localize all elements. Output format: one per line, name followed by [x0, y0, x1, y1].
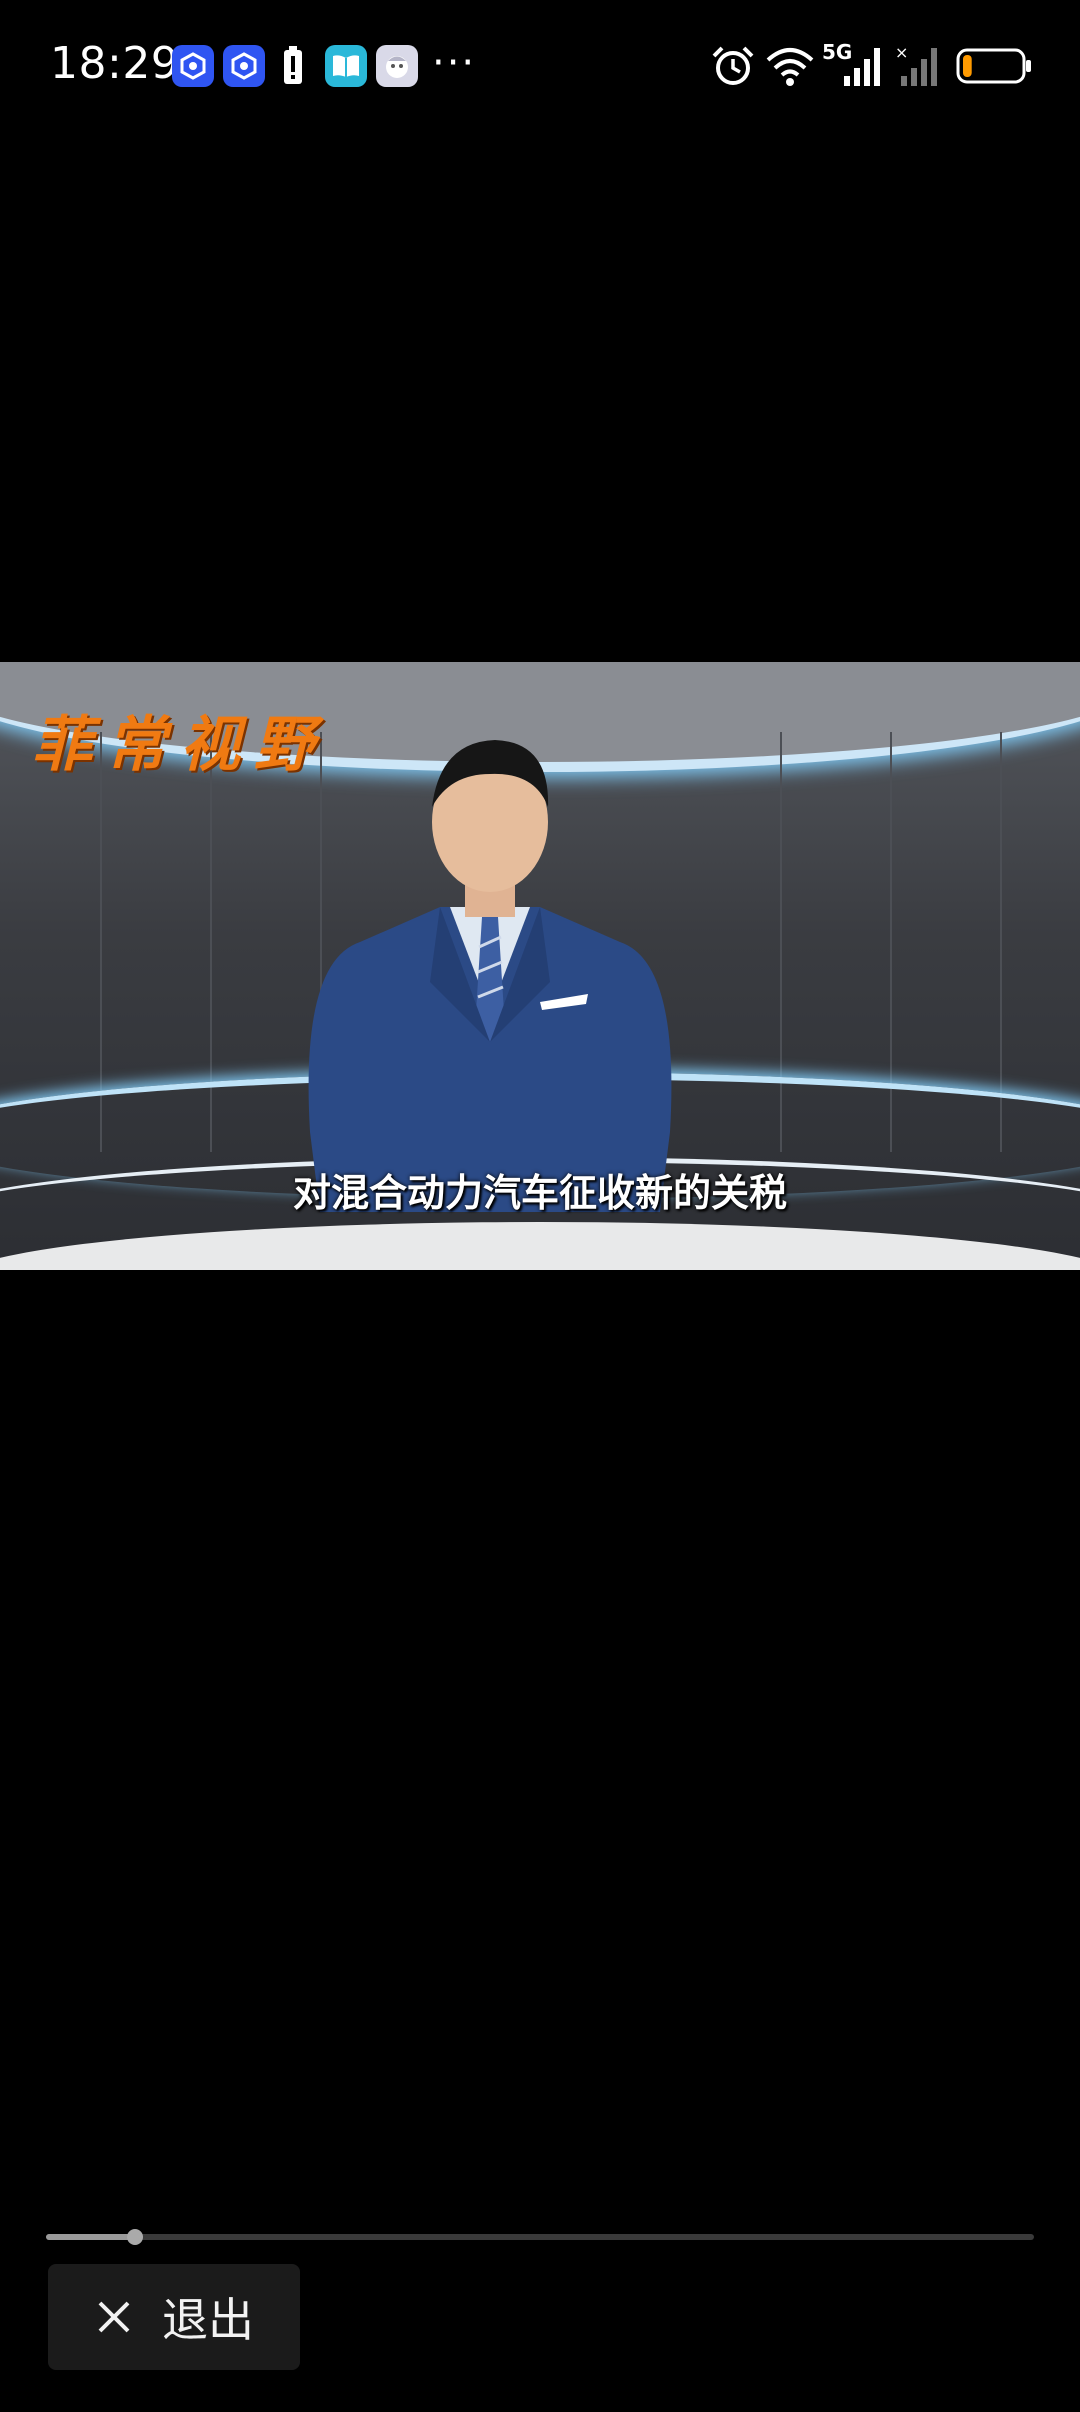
video-subtitle: 对混合动力汽车征收新的关税: [292, 1171, 787, 1215]
avatar-app-icon: [376, 45, 418, 87]
channel-logo: 菲常视野: [32, 710, 328, 780]
video-progress-bar[interactable]: [46, 2229, 1034, 2245]
alarm-icon: [712, 46, 754, 85]
video-player[interactable]: 菲常视野 对混合动力汽车征收新的关税: [0, 662, 1080, 1270]
wifi-icon: [766, 48, 814, 86]
status-bar: 18:29 ··· 5G ×: [0, 0, 1080, 136]
status-time: 18:29: [50, 38, 180, 89]
exit-label: 退出: [162, 2293, 254, 2347]
progress-thumb[interactable]: [126, 2229, 143, 2245]
close-icon: [98, 2301, 130, 2333]
app-notification-icon: [223, 45, 265, 87]
app-notification-icon: [172, 45, 214, 87]
cellular-signal-icon: ×: [895, 43, 943, 88]
progress-fill: [46, 2234, 135, 2240]
exit-button[interactable]: 退出: [48, 2264, 300, 2370]
battery-icon: [956, 48, 1031, 84]
svg-text:×: ×: [895, 44, 908, 62]
reader-app-icon: [325, 45, 367, 87]
battery-alert-icon: [280, 45, 306, 87]
more-notifications-icon: ···: [432, 40, 477, 86]
cellular-signal-icon: 5G: [822, 40, 886, 88]
